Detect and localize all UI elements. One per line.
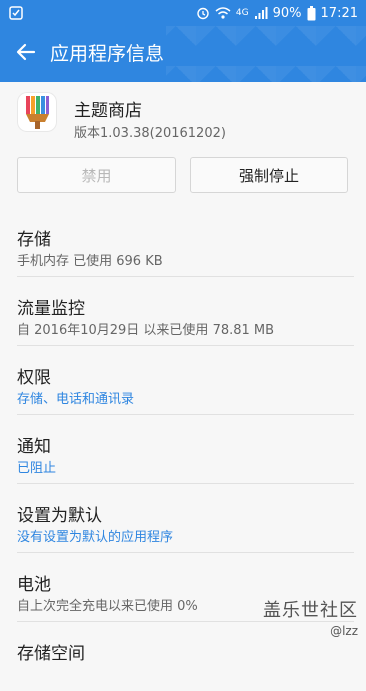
watermark-user: @lzz [330,624,358,638]
wifi-icon [215,6,231,20]
row-set-as-default[interactable]: 设置为默认 没有设置为默认的应用程序 [0,484,366,553]
alarm-icon [196,6,210,20]
row-title: 存储 [17,230,51,250]
app-version: 版本1.03.38(20161202) [74,126,226,141]
row-subtitle: 自上次完全充电以来已使用 0% [17,599,198,614]
row-title: 电池 [17,575,51,595]
row-notifications[interactable]: 通知 已阻止 [0,415,366,484]
row-subtitle: 手机内存 已使用 696 KB [17,254,163,269]
network-type-label: 4G [235,8,249,18]
row-title: 存储空间 [17,644,85,664]
row-subtitle: 已阻止 [17,461,57,476]
watermark-brand: 盖乐世社区 [263,600,358,621]
app-info-header: 主题商店 版本1.03.38(20161202) 禁用 强制停止 [0,82,366,227]
row-title: 流量监控 [17,299,85,319]
header-decoration [166,26,366,82]
clock: 17:21 [320,5,358,21]
row-subtitle: 存储、电话和通讯录 [17,392,135,407]
status-bar: 4G 90% 17:21 [0,0,366,26]
disable-button[interactable]: 禁用 [17,157,176,193]
row-data-usage[interactable]: 流量监控 自 2016年10月29日 以来已使用 78.81 MB [0,277,366,346]
row-title: 通知 [17,437,51,457]
back-button[interactable] [8,36,44,72]
theme-store-app-icon [17,92,57,132]
battery-percent: 90% [272,5,302,21]
page-title: 应用程序信息 [50,43,165,65]
notification-area [8,0,24,26]
row-storage[interactable]: 存储 手机内存 已使用 696 KB [0,208,366,277]
community-watermark: 盖乐世社区 @lzz [263,596,358,638]
row-permissions[interactable]: 权限 存储、电话和通讯录 [0,346,366,415]
app-bar: 应用程序信息 [0,26,366,82]
row-subtitle: 自 2016年10月29日 以来已使用 78.81 MB [17,323,275,338]
signal-icon [254,6,268,20]
back-arrow-icon [16,42,36,66]
row-subtitle: 没有设置为默认的应用程序 [17,530,174,545]
force-stop-button[interactable]: 强制停止 [190,157,348,193]
row-title: 权限 [17,368,51,388]
app-notification-icon [8,5,24,21]
app-name: 主题商店 [74,101,142,121]
row-title: 设置为默认 [17,506,102,526]
battery-icon [307,5,316,21]
